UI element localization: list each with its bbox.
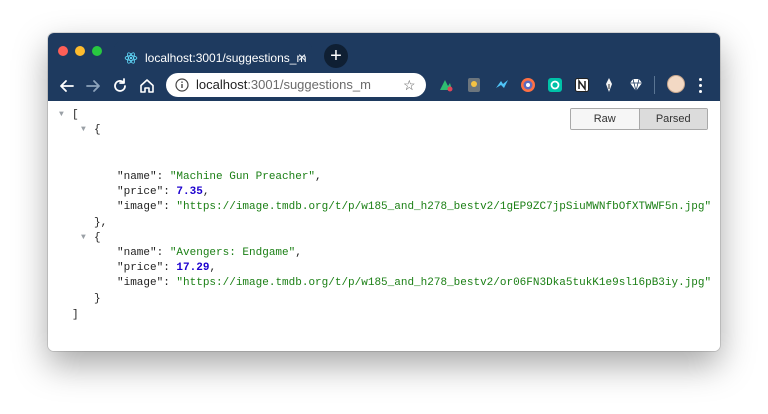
raw-button[interactable]: Raw [571,109,640,129]
json-row: "image": "https://image.tmdb.org/t/p/w18… [117,201,712,213]
view-toggle: Raw Parsed [570,108,708,130]
tab-close-icon[interactable]: × [298,49,306,65]
reload-icon[interactable] [111,77,129,95]
back-icon[interactable] [58,77,76,95]
address-host: localhost [196,77,248,92]
json-string-value: "https://image.tmdb.org/t/p/w185_and_h27… [176,201,712,213]
new-tab-button[interactable]: + [324,44,348,68]
json-row: "price": 17.29, [117,262,217,274]
collapse-toggle-icon[interactable]: ▼ [81,231,86,245]
close-window-button[interactable] [58,46,68,56]
extension-icon-2[interactable] [466,77,482,93]
json-string-value: "Machine Gun Preacher" [169,171,316,183]
browser-tab[interactable]: localhost:3001/suggestions_m × [114,41,312,75]
json-key: "image" [117,277,164,289]
json-key: "price" [117,262,164,274]
maximize-window-button[interactable] [92,46,102,56]
json-open-brace: { [94,232,101,244]
browser-window: localhost:3001/suggestions_m × + localho… [48,33,720,351]
home-icon[interactable] [138,77,156,95]
json-row: "name": "Machine Gun Preacher", [117,171,322,183]
extension-icon-1[interactable] [438,77,454,93]
json-key: "image" [117,201,164,213]
react-favicon-icon [124,52,138,64]
json-number-value: 17.29 [176,262,210,274]
json-open-bracket: [ [72,109,79,121]
menu-kebab-icon[interactable] [694,75,706,95]
extension-icon-5[interactable] [547,77,563,93]
collapse-toggle-icon[interactable]: ▼ [81,123,86,137]
forward-icon[interactable] [84,77,102,95]
json-close-brace: } [94,293,101,305]
json-close-brace: }, [94,217,108,229]
extension-icon-8[interactable] [628,77,644,93]
extension-icon-3[interactable] [494,77,510,93]
address-text[interactable]: localhost:3001/suggestions_m [196,77,371,92]
json-row: "price": 7.35, [117,186,210,198]
parsed-button[interactable]: Parsed [639,109,707,129]
json-number-value: 7.35 [176,186,203,198]
address-path: :3001/suggestions_m [247,77,371,92]
toolbar-divider [654,76,655,94]
json-key: "name" [117,171,157,183]
address-bar[interactable]: localhost:3001/suggestions_m ☆ [166,73,426,97]
profile-avatar[interactable] [667,75,685,93]
bookmark-star-icon[interactable]: ☆ [403,77,416,93]
json-row: "name": "Avengers: Endgame", [117,247,302,259]
minimize-window-button[interactable] [75,46,85,56]
json-string-value: "https://image.tmdb.org/t/p/w185_and_h27… [176,277,712,289]
extension-icon-7[interactable] [601,77,617,93]
browser-chrome: localhost:3001/suggestions_m × + localho… [48,33,720,101]
json-key: "price" [117,186,164,198]
json-viewer: Raw Parsed ▼ [ ▼ { "name": "Machine Gun … [48,101,720,351]
extension-icon-6[interactable] [574,77,590,93]
tab-title: localhost:3001/suggestions_m [145,51,307,65]
extension-icon-4[interactable] [520,77,536,93]
json-key: "name" [117,247,157,259]
json-string-value: "Avengers: Endgame" [169,247,296,259]
json-close-bracket: ] [72,309,79,321]
info-icon[interactable] [175,78,189,92]
json-row: "image": "https://image.tmdb.org/t/p/w18… [117,277,712,289]
json-open-brace: { [94,124,101,136]
collapse-toggle-icon[interactable]: ▼ [59,108,64,122]
